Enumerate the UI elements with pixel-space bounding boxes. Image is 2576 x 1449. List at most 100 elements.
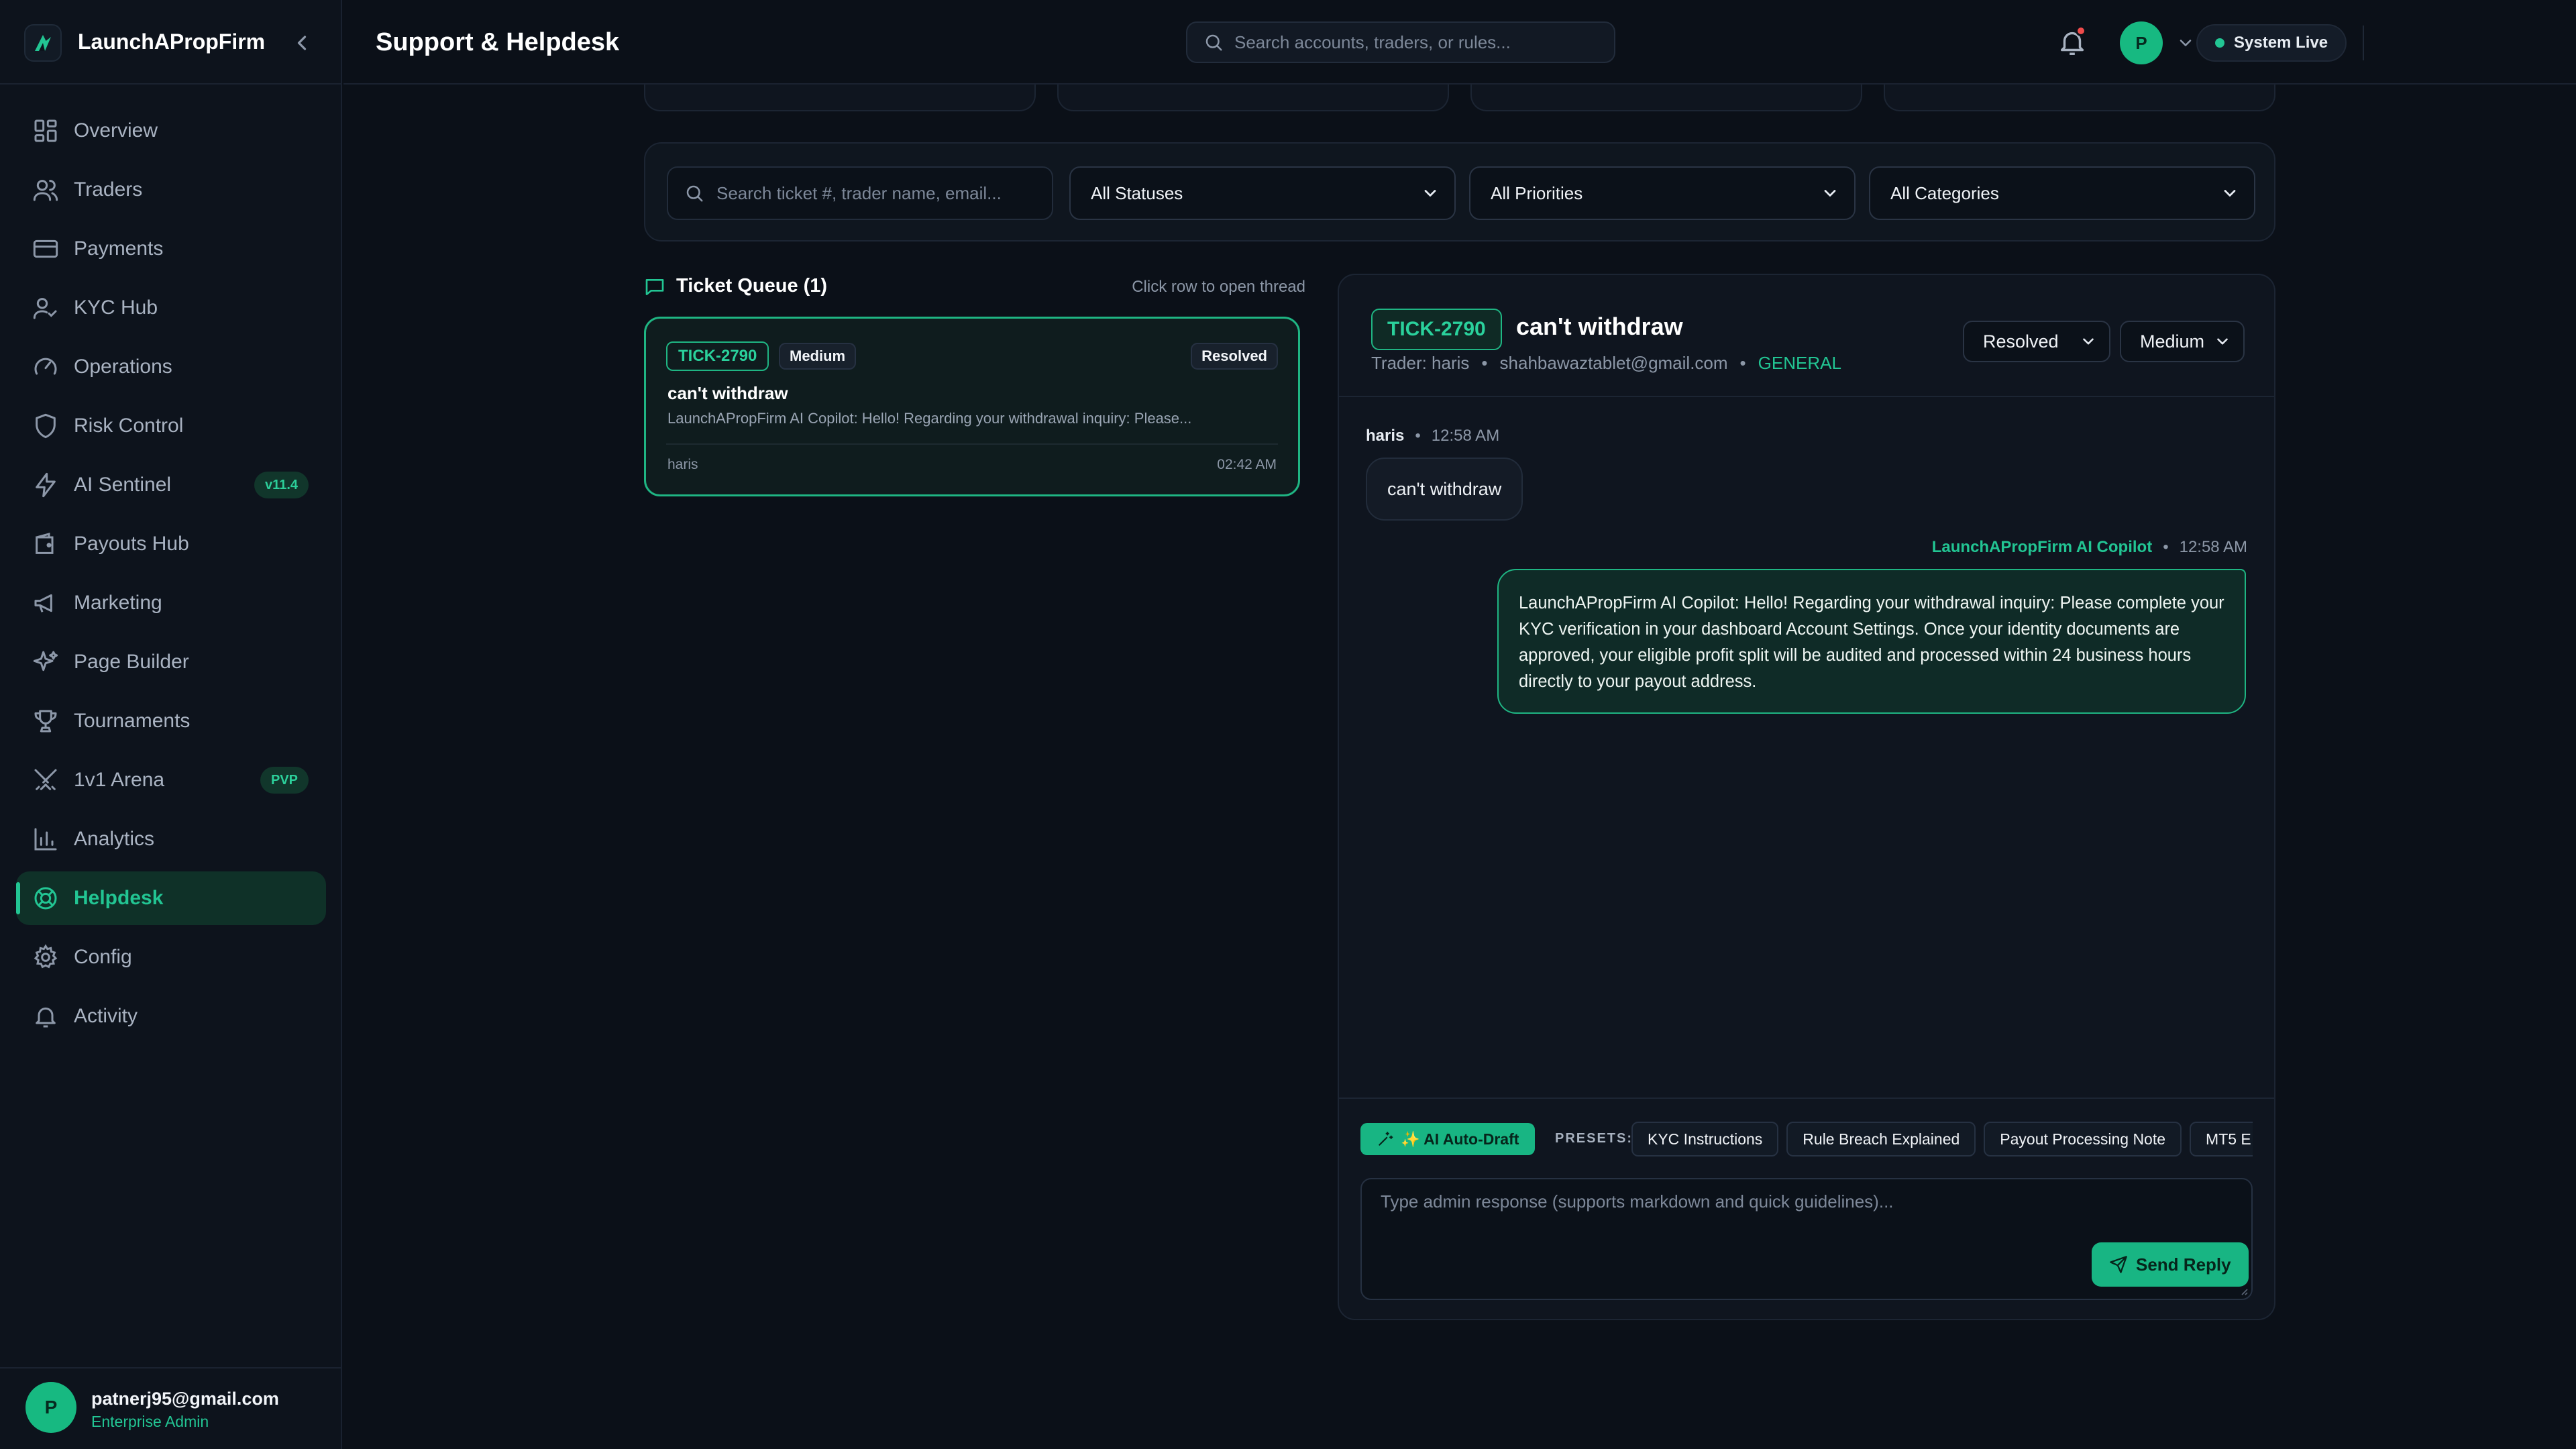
presets-label: PRESETS:	[1555, 1131, 1633, 1146]
swords-icon	[34, 769, 57, 790]
top-header: Support & Helpdesk System Live	[343, 0, 2576, 85]
message-author-line: LaunchAPropFirm AI Copilot • 12:58 AM	[1932, 538, 2247, 557]
ticket-subject: can't withdraw	[667, 383, 788, 403]
credit-card-icon	[33, 239, 58, 258]
sidebar-item-overview[interactable]: Overview	[16, 104, 326, 158]
sidebar-item-helpdesk[interactable]: Helpdesk	[16, 871, 326, 925]
send-icon	[2110, 1256, 2127, 1273]
sidebar-item-config[interactable]: Config	[16, 930, 326, 984]
sidebar-item-label: Payments	[74, 237, 164, 260]
profile-avatar[interactable]: P	[2120, 21, 2163, 64]
thread-trader: Trader: haris	[1371, 353, 1470, 373]
stat-card	[644, 85, 1036, 111]
thread-priority-select[interactable]: Medium	[2120, 321, 2245, 362]
pvp-badge: PVP	[260, 767, 309, 794]
global-search-input[interactable]	[1234, 32, 1610, 53]
sidebar-item-label: Config	[74, 946, 132, 968]
sidebar-item-payouts-hub[interactable]: Payouts Hub	[16, 517, 326, 571]
message-time: 12:58 AM	[1431, 427, 1500, 445]
sidebar-item-label: Traders	[74, 178, 143, 201]
magic-wand-icon	[1379, 1132, 1393, 1146]
chevron-down-icon	[2217, 338, 2228, 345]
sidebar-item-analytics[interactable]: Analytics	[16, 812, 326, 866]
ticket-queue-title: Ticket Queue (1)	[676, 275, 828, 297]
bar-chart-icon	[34, 828, 57, 851]
status-badge: Resolved	[1191, 343, 1278, 370]
global-search[interactable]	[1186, 21, 1615, 63]
reply-textarea[interactable]	[1381, 1191, 2186, 1218]
thread-header: TICK-2790 can't withdraw Trader: haris •…	[1339, 275, 2274, 397]
header-divider	[2363, 25, 2364, 60]
preset-chip[interactable]: KYC Instructions	[1631, 1122, 1779, 1157]
system-status-label: System Live	[2234, 34, 2328, 52]
stat-card	[1884, 85, 2275, 111]
sidebar-item-activity[interactable]: Activity	[16, 989, 326, 1043]
sidebar-item-operations[interactable]: Operations	[16, 340, 326, 394]
send-reply-button[interactable]: Send Reply	[2092, 1242, 2249, 1287]
brand-bar: LaunchAPropFirm	[0, 0, 342, 85]
sidebar-item-label: 1v1 Arena	[74, 769, 165, 791]
thread-status-select[interactable]: Resolved	[1963, 321, 2110, 362]
sparkles-icon	[33, 651, 58, 672]
chevron-down-icon[interactable]	[2176, 34, 2195, 52]
wallet-icon	[36, 533, 54, 554]
sidebar-item-traders[interactable]: Traders	[16, 163, 326, 217]
sidebar-item-label: Operations	[74, 356, 172, 378]
message-square-icon	[645, 279, 664, 295]
megaphone-icon	[34, 594, 52, 612]
current-user[interactable]: P patnerj95@gmail.com Enterprise Admin	[0, 1367, 342, 1449]
sidebar-item-label: Activity	[74, 1005, 138, 1027]
brand-logo[interactable]	[24, 24, 62, 62]
reply-box: Send Reply	[1360, 1178, 2253, 1300]
thread-category: GENERAL	[1758, 353, 1841, 373]
ticket-thread-panel: TICK-2790 can't withdraw Trader: haris •…	[1338, 274, 2275, 1320]
sidebar-item-kyc-hub[interactable]: KYC Hub	[16, 281, 326, 335]
ticket-filters: All Statuses All Priorities All Categori…	[644, 142, 2275, 241]
bell-icon	[36, 1007, 56, 1028]
sidebar-item-label: Marketing	[74, 592, 162, 614]
sidebar-item-page-builder[interactable]: Page Builder	[16, 635, 326, 689]
thread-status-value: Resolved	[1983, 331, 2059, 352]
ticket-row[interactable]: TICK-2790 Medium Resolved can't withdraw…	[644, 317, 1300, 496]
sidebar-item-label: Overview	[74, 119, 158, 142]
thread-ticket-id-badge: TICK-2790	[1371, 309, 1502, 350]
sidebar-item-risk-control[interactable]: Risk Control	[16, 399, 326, 453]
resize-handle-icon[interactable]	[2238, 1285, 2249, 1296]
sidebar-item-ai-sentinel[interactable]: AI Sentinel v11.4	[16, 458, 326, 512]
status-filter-select[interactable]: All Statuses	[1069, 166, 1456, 220]
gauge-icon	[34, 358, 57, 375]
send-reply-label: Send Reply	[2136, 1254, 2231, 1275]
priority-filter-select[interactable]: All Priorities	[1469, 166, 1856, 220]
sidebar-item-1v1-arena[interactable]: 1v1 Arena PVP	[16, 753, 326, 807]
sidebar-item-payments[interactable]: Payments	[16, 222, 326, 276]
user-check-icon	[33, 298, 57, 319]
priority-badge: Medium	[779, 343, 857, 370]
sidebar-item-label: KYC Hub	[74, 297, 158, 319]
ticket-id-badge: TICK-2790	[666, 341, 769, 371]
system-status-badge: System Live	[2196, 24, 2347, 62]
ticket-search[interactable]	[667, 166, 1053, 220]
preset-chip[interactable]: Rule Breach Explained	[1786, 1122, 1976, 1157]
notification-dot	[2076, 25, 2086, 36]
category-filter-value: All Categories	[1890, 182, 1999, 203]
trophy-icon	[34, 710, 57, 733]
preset-chip[interactable]: Payout Processing Note	[1984, 1122, 2182, 1157]
users-icon	[33, 180, 58, 201]
version-badge: v11.4	[254, 472, 309, 498]
ai-auto-draft-button[interactable]: ✨ AI Auto-Draft	[1360, 1123, 1536, 1155]
sidebar: LaunchAPropFirm Overview Traders Payment…	[0, 0, 342, 1449]
chevron-left-icon[interactable]	[290, 31, 314, 55]
ticket-queue-header: Ticket Queue (1) Click row to open threa…	[644, 274, 1305, 301]
ticket-search-input[interactable]	[716, 182, 1038, 204]
sidebar-item-tournaments[interactable]: Tournaments	[16, 694, 326, 748]
preset-chip[interactable]: MT5 E	[2190, 1122, 2253, 1157]
category-filter-select[interactable]: All Categories	[1869, 166, 2255, 220]
sidebar-item-label: Analytics	[74, 828, 155, 850]
sidebar-item-label: Risk Control	[74, 415, 184, 437]
sidebar-item-label: AI Sentinel	[74, 474, 172, 496]
sidebar-item-marketing[interactable]: Marketing	[16, 576, 326, 630]
brand-name: LaunchAPropFirm	[78, 30, 266, 54]
separator-dot: •	[1739, 353, 1746, 373]
outgoing-message-bubble: LaunchAPropFirm AI Copilot: Hello! Regar…	[1497, 569, 2246, 714]
thread-priority-value: Medium	[2140, 331, 2205, 352]
